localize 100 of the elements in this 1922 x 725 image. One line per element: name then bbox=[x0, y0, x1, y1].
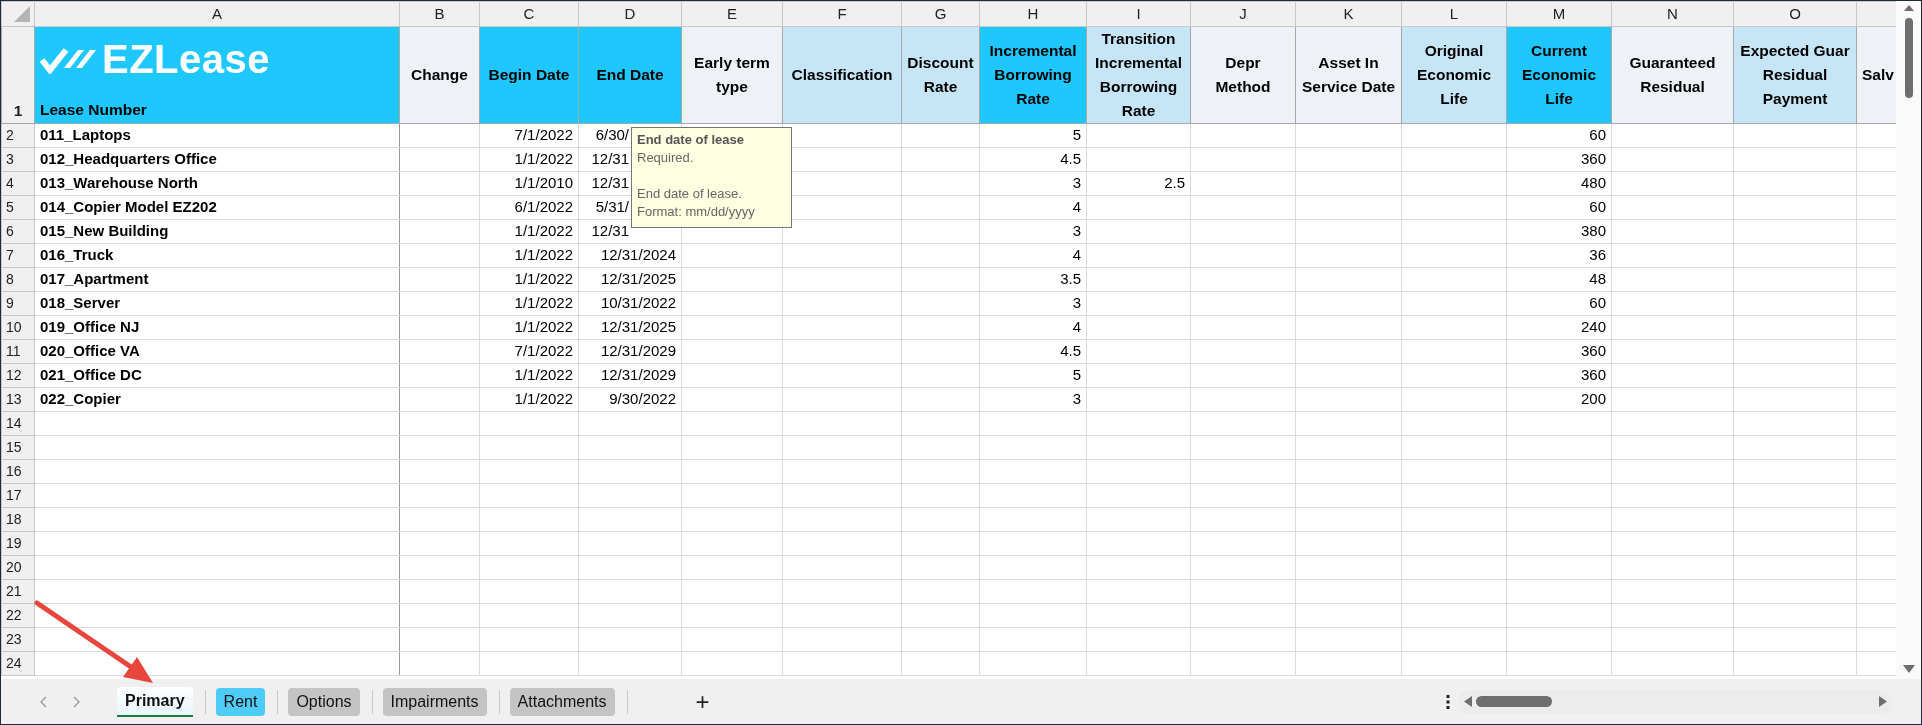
add-sheet-button[interactable]: + bbox=[687, 689, 718, 714]
row-header[interactable]: 5 bbox=[1, 195, 35, 220]
row-header[interactable]: 11 bbox=[1, 339, 35, 364]
column-header[interactable]: B bbox=[399, 1, 480, 27]
header-cell: Transition Incremental Borrowing Rate bbox=[1086, 26, 1191, 124]
column-header[interactable]: O bbox=[1733, 1, 1857, 27]
scroll-down-icon[interactable] bbox=[1902, 665, 1915, 673]
table-cell: 4.5 bbox=[979, 147, 1087, 172]
row-header[interactable]: 3 bbox=[1, 147, 35, 172]
row-header[interactable]: 8 bbox=[1, 267, 35, 292]
table-cell: 1/1/2022 bbox=[479, 219, 579, 244]
table-cell: 1/1/2022 bbox=[479, 363, 579, 388]
column-header[interactable]: A bbox=[34, 1, 400, 27]
column-header[interactable]: F bbox=[782, 1, 902, 27]
table-cell: 013_Warehouse North bbox=[34, 171, 400, 196]
table-cell: 12/31/2029 bbox=[578, 363, 682, 388]
row-header[interactable]: 18 bbox=[1, 507, 35, 532]
table-cell: 6/1/2022 bbox=[479, 195, 579, 220]
column-header[interactable]: E bbox=[681, 1, 783, 27]
column-header[interactable]: C bbox=[479, 1, 579, 27]
table-cell: 2.5 bbox=[1086, 171, 1191, 196]
table-cell: 014_Copier Model EZ202 bbox=[34, 195, 400, 220]
sheet-tab[interactable]: Attachments bbox=[509, 687, 615, 716]
table-cell: 016_Truck bbox=[34, 243, 400, 268]
column-header[interactable]: K bbox=[1295, 1, 1402, 27]
table-cell: 1/1/2022 bbox=[479, 267, 579, 292]
table-cell: 022_Copier bbox=[34, 387, 400, 412]
table-cell: 200 bbox=[1506, 387, 1612, 412]
table-cell: 60 bbox=[1506, 195, 1612, 220]
column-header[interactable]: D bbox=[578, 1, 682, 27]
row-header[interactable]: 6 bbox=[1, 219, 35, 244]
chevron-left-icon[interactable] bbox=[39, 695, 48, 708]
table-cell: 1/1/2022 bbox=[479, 147, 579, 172]
header-cell: Salv bbox=[1856, 26, 1897, 124]
row-header[interactable]: 23 bbox=[1, 627, 35, 652]
table-cell: 380 bbox=[1506, 219, 1612, 244]
sheet-tab[interactable]: Impairments bbox=[382, 687, 487, 716]
table-cell: 021_Office DC bbox=[34, 363, 400, 388]
table-cell: 4 bbox=[979, 315, 1087, 340]
row-header[interactable]: 17 bbox=[1, 483, 35, 508]
table-cell: 015_New Building bbox=[34, 219, 400, 244]
row-header[interactable]: 22 bbox=[1, 603, 35, 628]
header-cell: Current Economic Life bbox=[1506, 26, 1612, 124]
header-cell: Incremental Borrowing Rate bbox=[979, 26, 1087, 124]
header-cell: Expected Guar Residual Payment bbox=[1733, 26, 1857, 124]
table-cell: 019_Office NJ bbox=[34, 315, 400, 340]
table-cell: 48 bbox=[1506, 267, 1612, 292]
row-header[interactable]: 21 bbox=[1, 579, 35, 604]
table-cell: 360 bbox=[1506, 339, 1612, 364]
row-header[interactable]: 2 bbox=[1, 123, 35, 148]
sheet-tab[interactable]: Rent bbox=[215, 687, 266, 716]
column-header[interactable]: N bbox=[1611, 1, 1734, 27]
table-cell: 4.5 bbox=[979, 339, 1087, 364]
header-cell: End Date bbox=[578, 26, 682, 124]
row-header[interactable]: 1 bbox=[1, 26, 35, 124]
table-cell: 3 bbox=[979, 171, 1087, 196]
table-cell: 018_Server bbox=[34, 291, 400, 316]
scrollbar-thumb[interactable] bbox=[1904, 18, 1913, 98]
header-text: Lease Number bbox=[40, 100, 148, 120]
row-header[interactable]: 14 bbox=[1, 411, 35, 436]
row-header[interactable]: 24 bbox=[1, 651, 35, 676]
column-header[interactable]: H bbox=[979, 1, 1087, 27]
row-header[interactable]: 15 bbox=[1, 435, 35, 460]
scrollbar-thumb[interactable] bbox=[1476, 696, 1552, 707]
table-cell: 7/1/2022 bbox=[479, 339, 579, 364]
row-header[interactable]: 13 bbox=[1, 387, 35, 412]
scroll-left-icon[interactable] bbox=[1464, 696, 1472, 707]
row-header[interactable]: 12 bbox=[1, 363, 35, 388]
table-cell: 012_Headquarters Office bbox=[34, 147, 400, 172]
more-options-icon[interactable] bbox=[1446, 694, 1450, 709]
column-header[interactable]: J bbox=[1190, 1, 1296, 27]
logo-text: EZLease bbox=[102, 39, 271, 79]
row-header[interactable]: 10 bbox=[1, 315, 35, 340]
row-header[interactable]: 4 bbox=[1, 171, 35, 196]
column-header[interactable]: I bbox=[1086, 1, 1191, 27]
row-header[interactable]: 19 bbox=[1, 531, 35, 556]
header-cell: Depr Method bbox=[1190, 26, 1296, 124]
table-cell: 1/1/2022 bbox=[479, 291, 579, 316]
table-cell: 12/31/2029 bbox=[578, 339, 682, 364]
column-header[interactable]: G bbox=[901, 1, 980, 27]
row-header[interactable]: 16 bbox=[1, 459, 35, 484]
table-cell: 017_Apartment bbox=[34, 267, 400, 292]
row-header[interactable]: 20 bbox=[1, 555, 35, 580]
header-cell: Change bbox=[399, 26, 480, 124]
sheet-tab[interactable]: Options bbox=[288, 687, 360, 716]
scroll-right-icon[interactable] bbox=[1879, 696, 1887, 707]
column-header[interactable]: M bbox=[1506, 1, 1612, 27]
table-cell: 3 bbox=[979, 387, 1087, 412]
table-cell: 10/31/2022 bbox=[578, 291, 682, 316]
table-cell: 1/1/2022 bbox=[479, 315, 579, 340]
scroll-up-icon[interactable] bbox=[1903, 5, 1914, 11]
table-cell: 12/31/2025 bbox=[578, 315, 682, 340]
sheet-tab[interactable]: Primary bbox=[117, 686, 193, 717]
table-cell: 4 bbox=[979, 243, 1087, 268]
row-header[interactable]: 9 bbox=[1, 291, 35, 316]
table-cell: 7/1/2022 bbox=[479, 123, 579, 148]
column-header[interactable]: L bbox=[1401, 1, 1507, 27]
table-cell: 3.5 bbox=[979, 267, 1087, 292]
chevron-right-icon[interactable] bbox=[72, 695, 81, 708]
row-header[interactable]: 7 bbox=[1, 243, 35, 268]
